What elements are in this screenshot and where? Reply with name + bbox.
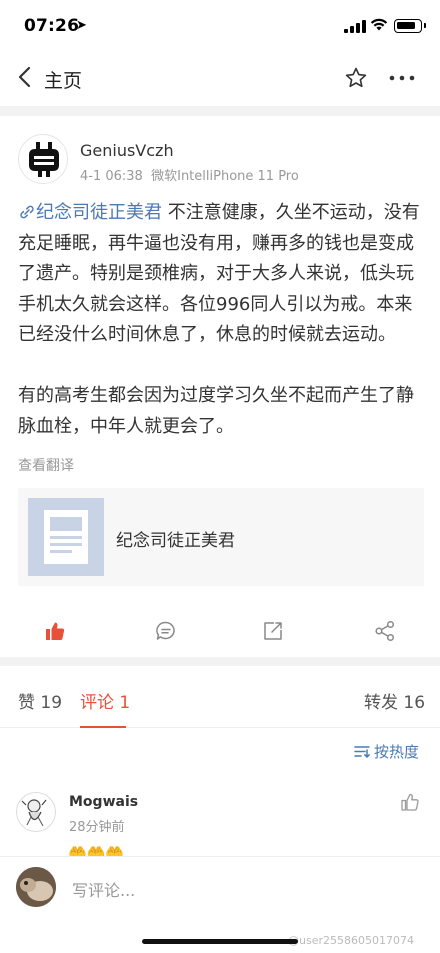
author-name[interactable]: GeniusVczh — [80, 141, 174, 160]
sort-lines-icon — [354, 746, 370, 758]
translate-link[interactable]: 查看翻译 — [18, 455, 74, 475]
author-avatar[interactable] — [18, 134, 68, 184]
comment-bubble-icon[interactable] — [155, 620, 177, 642]
post-text-1: 不注意健康，久坐不运动，没有充足睡眠，再牛逼也没有用，赚再多的钱也是变成了遗产。… — [18, 202, 420, 345]
watermark: @user2558605017074 — [288, 934, 414, 947]
article-thumbnail — [28, 498, 104, 576]
link-icon — [20, 205, 34, 219]
share-nodes-icon[interactable] — [374, 620, 396, 642]
post-topic-link[interactable]: 纪念司徒正美君 — [18, 202, 162, 223]
post-paragraph-2: 有的高考生都会因为过度学习久坐不起而产生了静脉血栓，中年人就更会了。 — [18, 385, 414, 437]
chevron-left-icon[interactable] — [14, 64, 38, 90]
location-arrow-icon: ➤ — [76, 18, 87, 33]
thumbs-up-outline-icon[interactable] — [400, 792, 420, 812]
post-paragraph-1: 纪念司徒正美君 不注意健康，久坐不运动，没有充足睡眠，再牛逼也没有用，赚再多的钱… — [18, 198, 426, 351]
tab-comments[interactable]: 评论 1 — [80, 688, 130, 713]
comment-item: Mogwais 28分钟前 🤲🤲🤲 — [0, 786, 440, 858]
post-time: 4-1 06:38 — [80, 169, 143, 184]
nav-title[interactable]: 主页 — [44, 66, 82, 93]
external-share-icon[interactable] — [262, 620, 284, 642]
status-time: 07:26 — [24, 16, 80, 36]
post-meta: 4-1 06:38 微软IntelliPhone 11 Pro — [80, 165, 299, 184]
post-link-text[interactable]: 纪念司徒正美君 — [36, 202, 162, 223]
star-outline-icon[interactable] — [344, 66, 368, 90]
thumbs-up-filled-icon[interactable] — [44, 620, 66, 642]
commenter-name[interactable]: Mogwais — [69, 794, 138, 810]
comment-time: 28分钟前 — [69, 820, 125, 835]
sort-label[interactable]: 按热度 — [374, 743, 419, 761]
nav-bar: 主页 — [0, 52, 440, 106]
tab-reposts[interactable]: 转发 16 — [364, 688, 425, 713]
article-card[interactable]: 纪念司徒正美君 — [18, 488, 424, 586]
interaction-tabs: 赞 19 评论 1 转发 16 — [0, 660, 440, 728]
article-card-title: 纪念司徒正美君 — [116, 531, 235, 551]
cellular-signal-icon — [344, 20, 366, 33]
home-indicator — [142, 939, 298, 944]
post-source: 微软IntelliPhone 11 Pro — [151, 169, 299, 184]
status-bar: 07:26 ➤ — [0, 0, 440, 50]
tab-likes[interactable]: 赞 19 — [18, 688, 62, 713]
wifi-icon — [370, 18, 388, 31]
commenter-avatar[interactable] — [16, 792, 56, 832]
comment-input[interactable]: 写评论... — [72, 877, 135, 901]
more-dots-icon[interactable] — [388, 74, 416, 82]
active-tab-indicator — [80, 726, 126, 728]
divider — [0, 106, 440, 116]
sort-toggle[interactable]: 按热度 — [354, 741, 419, 762]
my-avatar — [16, 867, 56, 907]
post-actions — [0, 612, 440, 652]
battery-icon — [394, 19, 426, 33]
post-body: 纪念司徒正美君 不注意健康，久坐不运动，没有充足睡眠，再牛逼也没有用，赚再多的钱… — [18, 198, 426, 473]
